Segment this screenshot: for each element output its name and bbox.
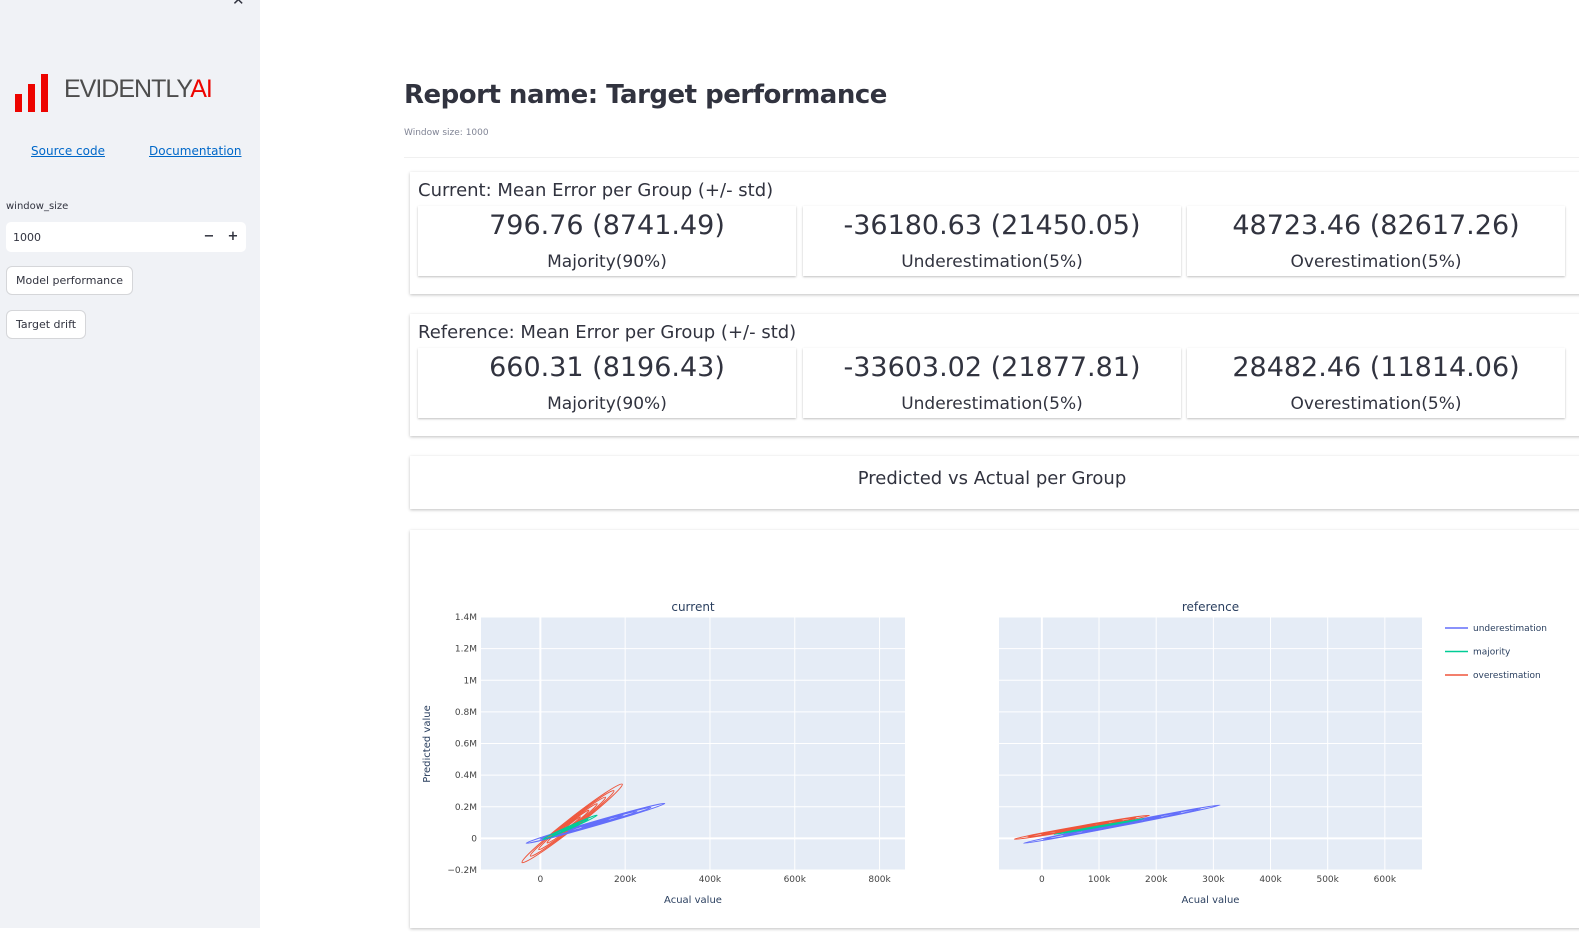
increment-button[interactable]: + <box>225 229 241 245</box>
metric-value: 796.76 (8741.49) <box>489 210 725 241</box>
x-tick-label: 0 <box>1039 875 1045 885</box>
y-tick-label: 0 <box>471 834 477 844</box>
x-axis-label: Acual value <box>664 895 722 906</box>
divider <box>404 157 1579 158</box>
logo-accent: AI <box>190 75 213 103</box>
underestimation-legend-label[interactable]: underestimation <box>1473 624 1547 634</box>
decrement-button[interactable]: − <box>201 229 217 245</box>
documentation-link[interactable]: Documentation <box>149 144 242 158</box>
y-tick-label: 0.2M <box>455 803 477 813</box>
sidebar: ✕ EVIDENTLYAI Source code Documentation … <box>0 0 260 928</box>
metric-label: Overestimation(5%) <box>1290 252 1462 272</box>
x-axis-label: Acual value <box>1182 895 1240 906</box>
x-tick-label: 800k <box>868 875 891 885</box>
y-tick-label: 0.4M <box>455 771 477 781</box>
metric-label: Underestimation(5%) <box>901 252 1083 272</box>
pva-header-panel: Predicted vs Actual per Group <box>410 456 1579 509</box>
x-tick-label: 500k <box>1316 875 1339 885</box>
source-code-link[interactable]: Source code <box>31 144 105 158</box>
metric-card: -33603.02 (21877.81) Underestimation(5%) <box>803 348 1181 418</box>
current-panel-title: Current: Mean Error per Group (+/- std) <box>418 180 774 201</box>
metric-card: -36180.63 (21450.05) Underestimation(5%) <box>803 206 1181 276</box>
metric-value: 48723.46 (82617.26) <box>1232 210 1520 241</box>
metric-value: -36180.63 (21450.05) <box>843 210 1141 241</box>
subplot-reference: 0 100k 200k 300k 400k 500k 600k reference Acual … <box>999 600 1422 906</box>
x-tick-label: 100k <box>1088 875 1111 885</box>
metric-value: 28482.46 (11814.06) <box>1232 352 1520 383</box>
y-tick-label: −0.2M <box>447 866 477 876</box>
chart-legend: underestimation majority overestimation <box>1445 624 1547 681</box>
reference-panel-title: Reference: Mean Error per Group (+/- std… <box>418 322 797 343</box>
metric-value: -33603.02 (21877.81) <box>843 352 1141 383</box>
x-tick-label: 200k <box>614 875 637 885</box>
window-size-stepper: − + <box>6 222 246 252</box>
metric-label: Majority(90%) <box>547 394 667 414</box>
metric-card: 48723.46 (82617.26) Overestimation(5%) <box>1187 206 1565 276</box>
subplot-title: current <box>671 600 715 614</box>
metric-label: Overestimation(5%) <box>1290 394 1462 414</box>
x-tick-label: 600k <box>784 875 807 885</box>
window-size-caption: Window size: 1000 <box>404 128 489 138</box>
x-tick-label: 300k <box>1202 875 1225 885</box>
window-size-input[interactable] <box>6 222 200 252</box>
x-tick-label: 400k <box>1259 875 1282 885</box>
y-tick-label: 1.2M <box>455 645 477 655</box>
y-tick-label: 1M <box>464 676 478 686</box>
metric-card: 796.76 (8741.49) Majority(90%) <box>418 206 796 276</box>
metric-card: 28482.46 (11814.06) Overestimation(5%) <box>1187 348 1565 418</box>
metric-card: 660.31 (8196.43) Majority(90%) <box>418 348 796 418</box>
majority-legend-label[interactable]: majority <box>1473 648 1511 658</box>
pva-chart-panel: 0 200k 400k 600k 800k 1.4M 1.2M 1M 0.8M 0.6M 0.4M 0… <box>410 530 1579 928</box>
y-tick-label: 0.6M <box>455 740 477 750</box>
metric-value: 660.31 (8196.43) <box>489 352 725 383</box>
metric-label: Majority(90%) <box>547 252 667 272</box>
overestimation-legend-label[interactable]: overestimation <box>1473 671 1541 681</box>
close-icon[interactable]: ✕ <box>232 0 245 8</box>
current-metrics-panel: Current: Mean Error per Group (+/- std) … <box>410 172 1579 294</box>
pva-title: Predicted vs Actual per Group <box>857 468 1127 489</box>
page-title: Report name: Target performance <box>404 80 887 110</box>
target-drift-button[interactable]: Target drift <box>6 310 87 339</box>
subplot-current: 0 200k 400k 600k 800k 1.4M 1.2M 1M 0.8M 0.6M 0.4M 0… <box>422 600 905 906</box>
subplot-title: reference <box>1182 600 1239 614</box>
metric-label: Underestimation(5%) <box>901 394 1083 414</box>
logo-word: EVIDENTLY <box>64 75 191 103</box>
x-tick-label: 400k <box>699 875 722 885</box>
x-tick-label: 0 <box>537 875 543 885</box>
model-performance-button[interactable]: Model performance <box>6 266 133 295</box>
y-tick-label: 0.8M <box>455 708 477 718</box>
x-tick-label: 200k <box>1145 875 1168 885</box>
pva-chart: 0 200k 400k 600k 800k 1.4M 1.2M 1M 0.8M 0.6M 0.4M 0… <box>422 600 1547 906</box>
reference-metrics-panel: Reference: Mean Error per Group (+/- std… <box>410 314 1579 436</box>
y-axis-label: Predicted value <box>422 705 433 782</box>
x-tick-label: 600k <box>1374 875 1397 885</box>
window-size-label: window_size <box>6 201 69 212</box>
y-tick-label: 1.4M <box>455 613 477 623</box>
